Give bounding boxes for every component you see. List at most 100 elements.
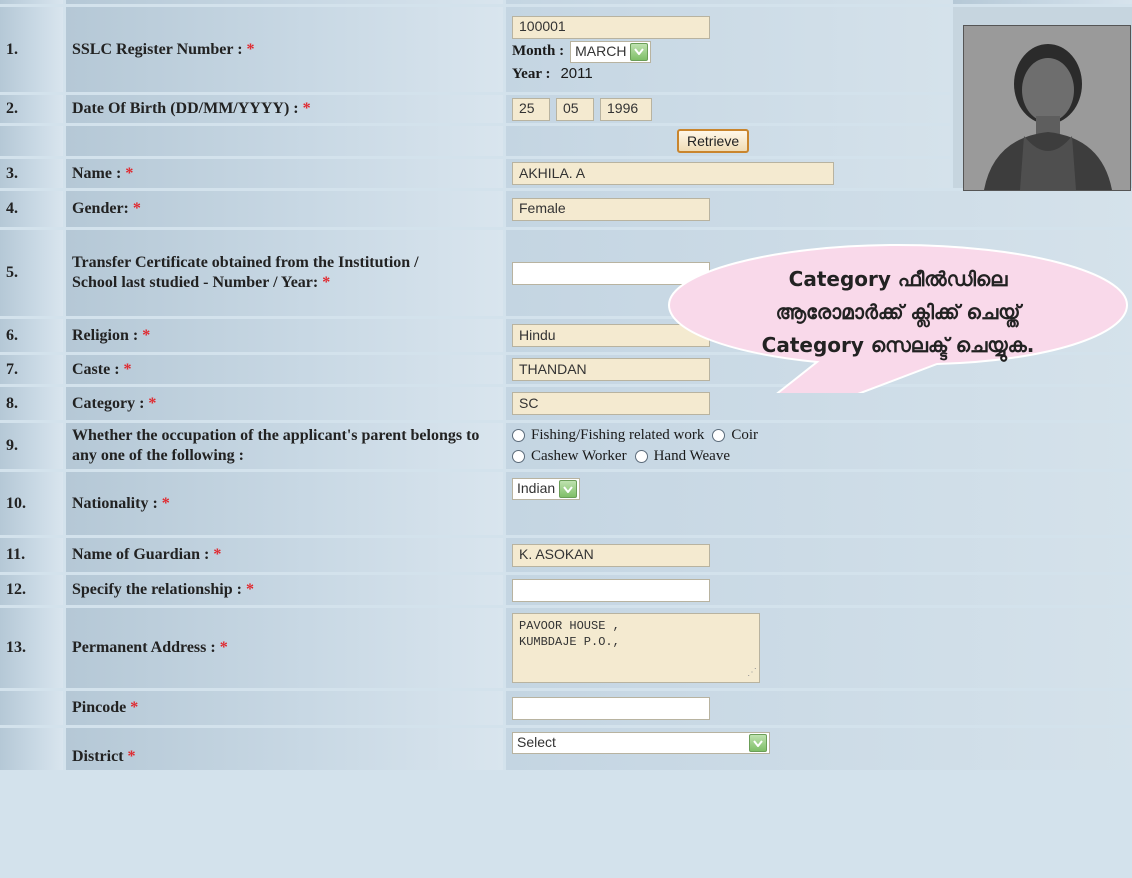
gender-input[interactable]: Female: [512, 197, 710, 221]
radio-coir[interactable]: Coir: [712, 426, 758, 445]
nationality-select[interactable]: Indian: [512, 478, 581, 500]
required-marker: *: [148, 394, 157, 412]
radio-label: Fishing/Fishing related work: [531, 427, 705, 444]
required-marker: *: [132, 200, 141, 217]
name-label: Name : *: [66, 159, 503, 188]
gender-label: Gender: *: [66, 191, 503, 227]
nationality-value-cell: Indian: [506, 472, 1132, 535]
district-value: Select: [517, 734, 556, 751]
dob-label: Date Of Birth (DD/MM/YYYY) : *: [66, 95, 503, 123]
row-number: [0, 728, 63, 770]
row-number: [0, 691, 63, 725]
retrieve-button[interactable]: Retrieve: [677, 129, 750, 153]
dob-value-cell: 25 05 1996: [506, 95, 950, 123]
radio-icon[interactable]: [512, 429, 525, 443]
radio-cashew[interactable]: Cashew Worker: [512, 447, 627, 466]
field-label: Whether the occupation of the applicant'…: [72, 427, 480, 464]
header-strip: [66, 0, 503, 4]
year-label: Year :: [512, 65, 551, 82]
radio-label: Hand Weave: [653, 448, 730, 464]
required-marker: *: [123, 360, 132, 378]
required-marker: *: [125, 164, 134, 182]
field-label: Transfer Certificate obtained from the I…: [72, 254, 419, 291]
header-strip: [0, 0, 63, 4]
caste-label: Caste : *: [66, 355, 503, 384]
field-label: Gender:: [72, 200, 129, 217]
field-label: SSLC Register Number :: [72, 40, 243, 58]
field-label: Name :: [72, 164, 122, 182]
address-line: PAVOOR HOUSE ,: [519, 619, 620, 633]
name-input[interactable]: AKHILA. A: [512, 162, 834, 185]
address-label: Permanent Address : *: [66, 608, 503, 688]
required-marker: *: [246, 40, 255, 58]
callout-line: Category ഫീൽഡിലെ: [788, 267, 1008, 291]
register-number-input[interactable]: 100001: [512, 15, 710, 39]
pincode-label: Pincode *: [66, 691, 503, 725]
row-number: 8.: [0, 387, 63, 420]
year-value: 2011: [560, 64, 593, 82]
occupation-label: Whether the occupation of the applicant'…: [66, 423, 503, 469]
field-label: Date Of Birth (DD/MM/YYYY) :: [72, 100, 299, 117]
resize-handle-icon[interactable]: ⋰: [747, 666, 757, 682]
sslc-label: SSLC Register Number : *: [66, 7, 503, 92]
relationship-label: Specify the relationship : *: [66, 575, 503, 605]
radio-icon[interactable]: [512, 449, 525, 463]
empty-cell: [66, 126, 503, 156]
field-label: Pincode: [72, 699, 127, 716]
required-marker: *: [161, 494, 170, 512]
header-strip: [953, 0, 1132, 4]
row-number: 11.: [0, 538, 63, 572]
relationship-input[interactable]: [512, 578, 710, 602]
month-label: Month :: [512, 43, 565, 60]
district-select[interactable]: Select: [512, 732, 770, 754]
category-input[interactable]: SC: [512, 392, 710, 415]
callout-line: Category സെലക്ട് ചെയ്യുക.: [761, 333, 1035, 357]
gender-value-cell: Female: [506, 191, 1132, 227]
chevron-down-icon[interactable]: [749, 734, 767, 752]
relationship-value-cell: [506, 575, 1132, 605]
required-marker: *: [130, 699, 139, 716]
applicant-photo: [963, 25, 1131, 191]
retrieve-cell: Retrieve: [506, 126, 950, 156]
pincode-input[interactable]: [512, 696, 710, 720]
guardian-input[interactable]: K. ASOKAN: [512, 543, 710, 567]
field-label: Specify the relationship :: [72, 581, 242, 598]
radio-hand-weave[interactable]: Hand Weave: [634, 447, 730, 466]
radio-label: Cashew Worker: [531, 448, 627, 464]
nationality-label: Nationality : *: [66, 472, 503, 535]
chevron-down-icon[interactable]: [559, 480, 578, 498]
category-label: Category : *: [66, 387, 503, 420]
field-label: District: [72, 748, 124, 765]
radio-icon[interactable]: [712, 429, 726, 443]
dob-year-input[interactable]: 1996: [600, 97, 652, 121]
required-marker: *: [302, 100, 311, 117]
field-label: Religion :: [72, 326, 139, 344]
radio-fishing[interactable]: Fishing/Fishing related work: [512, 426, 704, 445]
district-label: District *: [66, 728, 503, 770]
guardian-value-cell: K. ASOKAN: [506, 538, 1132, 572]
address-line: KUMBDAJE P.O.,: [519, 635, 620, 649]
row-number: 3.: [0, 159, 63, 188]
field-label: Nationality :: [72, 494, 158, 512]
callout-line: ആരോമാർക്ക് ക്ലിക്ക് ചെയ്ത്: [775, 300, 1021, 324]
radio-icon[interactable]: [634, 449, 648, 463]
row-number: 1.: [0, 7, 63, 92]
dob-month-input[interactable]: 05: [556, 97, 594, 121]
row-number: 9.: [0, 423, 63, 469]
radio-label: Coir: [731, 427, 758, 444]
row-number: 13.: [0, 608, 63, 688]
field-label: Name of Guardian :: [72, 546, 210, 563]
guardian-label: Name of Guardian : *: [66, 538, 503, 572]
dob-day-input[interactable]: 25: [512, 97, 550, 121]
chevron-down-icon[interactable]: [630, 42, 649, 61]
header-strip: [506, 0, 950, 4]
address-textarea[interactable]: PAVOOR HOUSE , KUMBDAJE P.O., ⋰: [512, 613, 760, 683]
field-label: Caste :: [72, 360, 120, 378]
row-number: 4.: [0, 191, 63, 227]
required-marker: *: [322, 274, 331, 291]
required-marker: *: [142, 326, 151, 344]
month-select[interactable]: MARCH: [570, 40, 652, 63]
row-number: 2.: [0, 95, 63, 123]
month-value: MARCH: [575, 42, 627, 59]
row-number: 6.: [0, 319, 63, 352]
